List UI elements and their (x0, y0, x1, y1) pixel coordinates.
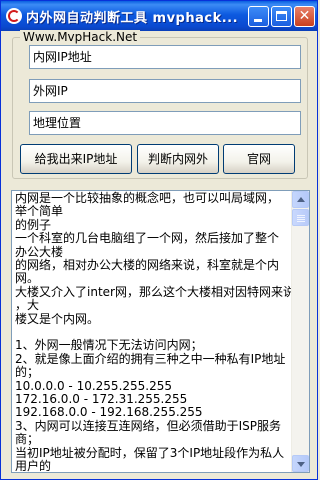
info-text: 内网是一个比较抽象的概念吧，也可以叫局域网， 举个简单 的例子 一个科室的几台电脑组了… (15, 191, 295, 473)
detect-network-button[interactable]: 判断内网外 (137, 144, 219, 174)
info-text-line: 的网络，相对办公大楼的网络来说，科室就是个内 (15, 258, 280, 273)
window-title: 内外网自动判断工具 mvphack... (26, 11, 239, 26)
info-text-line: 商； (15, 432, 40, 447)
grip-line (297, 215, 305, 216)
show-ip-button[interactable]: 给我出来IP地址 (20, 144, 132, 174)
info-text-line: 3、内网可以连接互连网络，但必须借助于ISP服务 (15, 418, 282, 433)
close-button[interactable]: ✕ (294, 6, 315, 27)
grip-line (297, 217, 305, 218)
info-text-line: 网。 (15, 271, 40, 286)
close-icon: ✕ (298, 8, 311, 24)
info-text-line: 举个简单 (15, 204, 64, 219)
scroll-down-button[interactable] (292, 455, 309, 472)
app-icon (6, 8, 22, 24)
grip-line (297, 219, 305, 220)
arrow-down-icon (297, 462, 305, 467)
vertical-scrollbar[interactable] (291, 191, 309, 472)
info-text-line: 1、外网一般情况下无法访问内网； (15, 338, 203, 353)
info-text-line: 楼又是个内网。 (15, 311, 100, 326)
location-field[interactable]: 地理位置 (29, 111, 301, 135)
info-text-line: 2、就是像上面介绍的拥有三种之中一种私有IP地址 (15, 351, 286, 366)
external-ip-field[interactable]: 外网IP (29, 79, 301, 103)
title-bar[interactable]: 内外网自动判断工具 mvphack... ✕ (1, 1, 317, 31)
info-text-line: 10.0.0.0 - 10.255.255.255 (15, 378, 173, 393)
app-window: 内外网自动判断工具 mvphack... ✕ Www.MvpHack.Net 内… (0, 0, 318, 480)
info-text-line: 192.168.0.0 - 192.168.255.255 (15, 405, 203, 420)
info-text-line: ，大 (15, 298, 40, 313)
info-text-line: 当初IP地址被分配时，保留了3个IP地址段作为私人 (15, 445, 285, 460)
info-text-line: 用户的 (15, 459, 52, 473)
scroll-up-button[interactable] (292, 191, 309, 208)
info-text-line: 172.16.0.0 - 172.31.255.255 (15, 392, 188, 407)
maximize-icon (276, 11, 287, 21)
grip-line (297, 221, 305, 222)
arrow-up-icon (297, 197, 305, 202)
scroll-thumb[interactable] (292, 209, 309, 226)
info-textarea[interactable]: 内网是一个比较抽象的概念吧，也可以叫局域网， 举个简单 的例子 一个科室的几台电脑组了… (11, 190, 310, 473)
info-text-line: 大楼又介入了inter网，那么这个大楼相对因特网来说 (15, 284, 295, 299)
minimize-icon (254, 19, 262, 22)
info-text-line: 的； (15, 365, 40, 380)
group-legend: Www.MvpHack.Net (20, 30, 141, 44)
info-text-line: 内网是一个比较抽象的概念吧，也可以叫局域网， (15, 191, 280, 205)
maximize-button[interactable] (271, 6, 292, 27)
minimize-button[interactable] (248, 6, 269, 27)
official-site-button[interactable]: 官网 (223, 144, 295, 174)
info-text-line: 一个科室的几台电脑组了一个网，然后接加了整个 (15, 231, 280, 246)
internal-ip-field[interactable]: 内网IP地址 (29, 45, 301, 69)
